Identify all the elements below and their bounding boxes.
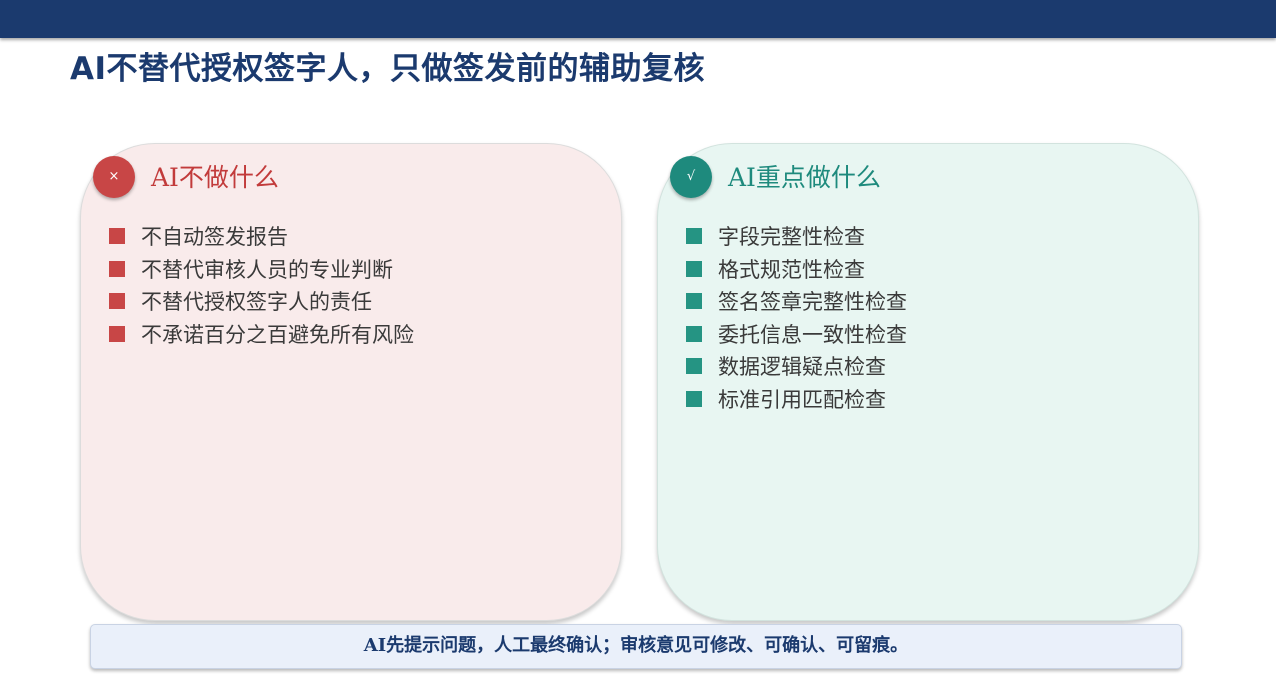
top-banner	[0, 0, 1276, 38]
list-item-text: 不承诺百分之百避免所有风险	[141, 322, 414, 347]
square-bullet-icon	[109, 228, 125, 245]
square-bullet-icon	[109, 260, 125, 277]
check-mark-icon: √	[670, 156, 712, 198]
list-item: 不替代审核人员的专业判断	[109, 253, 414, 286]
square-bullet-icon	[686, 228, 702, 245]
ai-focus-list: 字段完整性检查 格式规范性检查 签名签章完整性检查 委托信息一致性检查 数据逻辑…	[686, 220, 907, 415]
square-bullet-icon	[686, 325, 702, 342]
square-bullet-icon	[686, 260, 702, 277]
list-item: 标准引用匹配检查	[686, 383, 907, 416]
square-bullet-icon	[686, 390, 702, 407]
square-bullet-icon	[686, 358, 702, 375]
square-bullet-icon	[109, 293, 125, 310]
list-item-text: 字段完整性检查	[718, 225, 865, 250]
list-item: 字段完整性检查	[686, 220, 907, 253]
list-item: 委托信息一致性检查	[686, 318, 907, 351]
ai-focus-title: AI重点做什么	[728, 163, 881, 192]
list-item: 不替代授权签字人的责任	[109, 285, 414, 318]
ai-not-do-title: AI不做什么	[151, 163, 279, 192]
list-item: 签名签章完整性检查	[686, 285, 907, 318]
list-item-text: 不替代授权签字人的责任	[141, 290, 372, 315]
list-item-text: 委托信息一致性检查	[718, 322, 907, 347]
list-item-text: 格式规范性检查	[718, 257, 865, 282]
square-bullet-icon	[109, 325, 125, 342]
square-bullet-icon	[686, 293, 702, 310]
x-mark-icon: ×	[93, 156, 135, 198]
ai-focus-card: √ AI重点做什么 字段完整性检查 格式规范性检查 签名签章完整性检查 委托信息…	[657, 143, 1199, 621]
list-item: 不自动签发报告	[109, 220, 414, 253]
list-item: 不承诺百分之百避免所有风险	[109, 318, 414, 351]
page-title: AI不替代授权签字人，只做签发前的辅助复核	[70, 51, 706, 87]
list-item-text: 标准引用匹配检查	[718, 387, 886, 412]
list-item-text: 数据逻辑疑点检查	[718, 355, 886, 380]
list-item: 格式规范性检查	[686, 253, 907, 286]
ai-not-do-list: 不自动签发报告 不替代审核人员的专业判断 不替代授权签字人的责任 不承诺百分之百…	[109, 220, 414, 350]
footer-note: AI先提示问题，人工最终确认；审核意见可修改、可确认、可留痕。	[90, 624, 1182, 669]
ai-not-do-card: × AI不做什么 不自动签发报告 不替代审核人员的专业判断 不替代授权签字人的责…	[80, 143, 622, 621]
list-item-text: 不自动签发报告	[141, 225, 288, 250]
list-item-text: 不替代审核人员的专业判断	[141, 257, 393, 282]
list-item-text: 签名签章完整性检查	[718, 290, 907, 315]
list-item: 数据逻辑疑点检查	[686, 350, 907, 383]
